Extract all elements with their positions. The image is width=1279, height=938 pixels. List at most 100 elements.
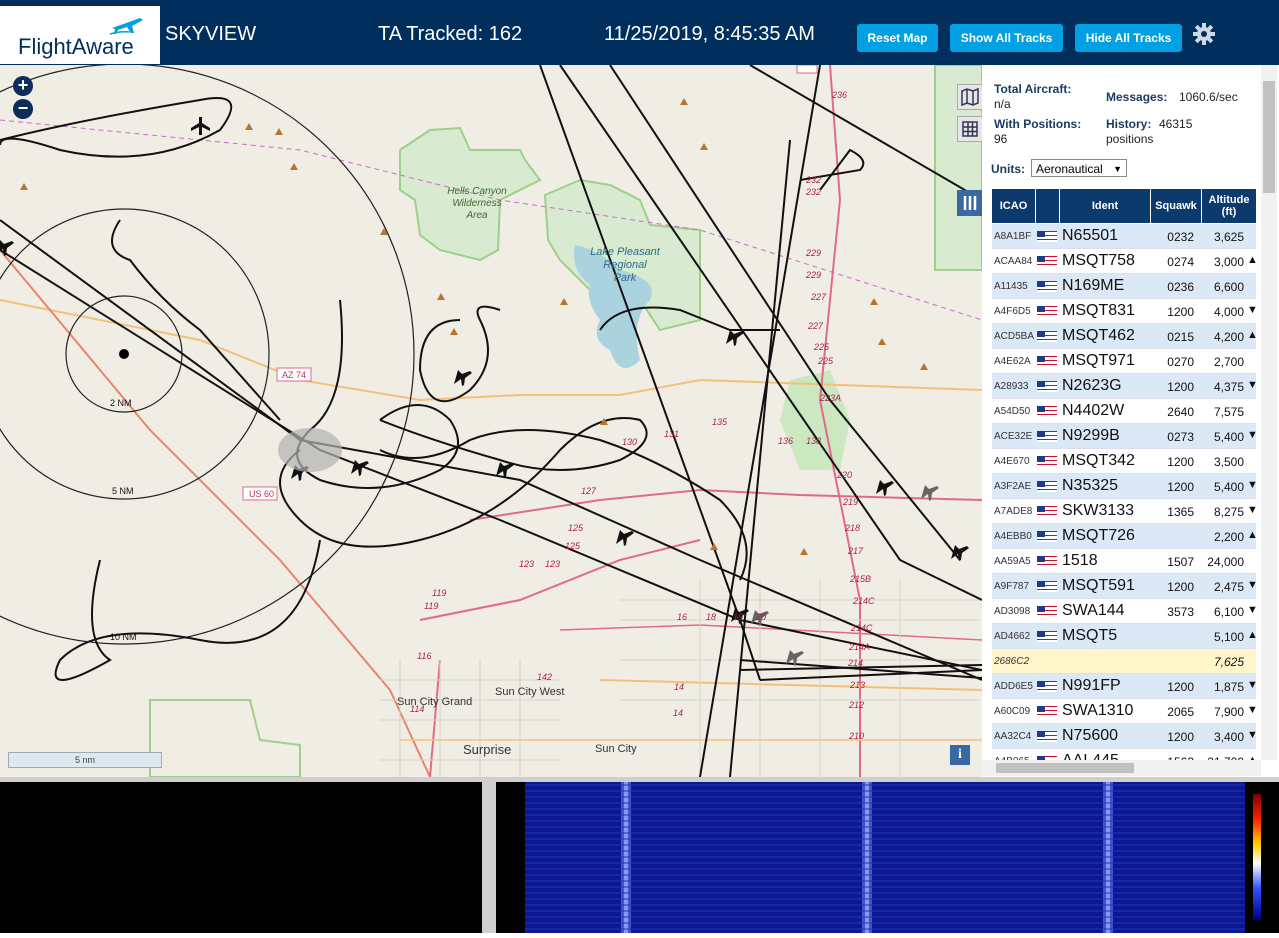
row-icao: A4F6D5 [994,306,1031,317]
row-altitude: 4,375 [1213,380,1244,394]
road-number: 214C [853,596,875,606]
table-row[interactable]: AD4662 MSQT5 5,100 ▲ [992,624,1258,649]
row-ident: N65501 [1062,227,1119,244]
us-flag-icon [1037,581,1057,592]
row-icao: AD4662 [994,631,1031,642]
row-squawk: 1365 [1167,505,1194,519]
row-altitude: 7,900 [1213,705,1244,719]
table-row[interactable]: ACD5BA MSQT462 0215 4,200 ▲ [992,324,1258,349]
row-altitude-trend: ▼ [1247,679,1258,691]
road-number: 130 [622,437,638,447]
road-number: 225 [814,342,830,352]
history-unit: positions [1106,132,1154,146]
row-ident: N991FP [1062,677,1121,694]
col-squawk[interactable]: Squawk [1151,189,1201,223]
park-southwest [149,699,301,777]
panel-divider[interactable] [482,777,496,933]
us-flag-icon [1037,381,1057,392]
row-squawk: 0215 [1167,330,1194,344]
table-row[interactable]: A11435 N169ME 0236 6,600 [992,274,1256,299]
panel-vertical-scrollbar[interactable] [1261,65,1277,760]
table-row[interactable]: A4EBB0 MSQT726 2,200 ▲ [992,524,1258,549]
row-icao: A4E62A [994,356,1031,367]
scrollbar-thumb[interactable] [1263,81,1275,193]
table-row[interactable]: A3F2AE N35325 1200 5,400 ▼ [992,474,1258,499]
road-number: 16 [677,612,688,622]
show-all-tracks-button[interactable]: Show All Tracks [950,24,1063,52]
row-altitude-trend: ▲ [1247,254,1258,266]
row-altitude: 5,400 [1213,480,1244,494]
table-row[interactable]: A4E62A MSQT971 0270 2,700 [992,349,1256,374]
gear-icon[interactable] [1193,23,1215,45]
zoom-in-button[interactable]: + [13,76,33,96]
row-altitude: 2,200 [1213,530,1244,544]
col-altitude[interactable]: Altitude (ft) [1202,189,1256,223]
table-row[interactable]: A54D50 N4402W 2640 7,575 [992,399,1256,424]
road-number: 116 [417,651,432,661]
us-flag-icon [1037,731,1057,742]
table-row[interactable]: A60C09 SWA1310 2065 7,900 ▼ [992,699,1258,724]
road-number: 227 [808,321,824,331]
map-view[interactable]: Hells Canyon Wilderness Area Lake Pleasant… [0,65,982,777]
table-row[interactable]: ADD6E5 N991FP 1200 1,875 ▼ [992,674,1258,699]
table-row[interactable]: AD3098 SWA144 3573 6,100 ▼ [992,599,1258,624]
row-squawk: 2065 [1167,705,1194,719]
road-number: 223A [820,393,842,403]
panel-horizontal-scrollbar[interactable] [982,760,1261,776]
us-flag-icon [1037,531,1057,542]
table-row[interactable]: A4F6D5 MSQT831 1200 4,000 ▼ [992,299,1258,324]
row-icao: A4EBB0 [994,531,1032,542]
road-number: 127 [581,486,597,496]
table-row[interactable]: A4E670 MSQT342 1200 3,500 [992,449,1256,474]
road-number: 123 [519,559,535,569]
messages-value: 1060.6/sec [1179,90,1238,104]
units-select[interactable]: Aeronautical ▼ [1031,159,1127,177]
logo-text: FlightAware [18,34,134,59]
row-altitude: 3,000 [1213,255,1244,269]
row-squawk: 0236 [1167,280,1194,294]
table-row[interactable]: A28933 N2623G 1200 4,375 ▼ [992,374,1258,399]
road-number: 135 [712,417,728,427]
col-ident[interactable]: Ident [1060,189,1150,223]
table-row[interactable]: AA32C4 N75600 1200 3,400 ▼ [992,724,1258,749]
columns-button[interactable] [957,190,982,216]
row-altitude: 7,575 [1213,405,1244,419]
sun-city-label: Sun City [595,743,637,755]
row-altitude: 4,200 [1213,330,1244,344]
road-number: 236 [832,90,848,100]
grid-button[interactable] [957,116,982,142]
col-icao[interactable]: ICAO [992,189,1035,223]
row-altitude-trend: ▼ [1247,379,1258,391]
row-altitude: 3,500 [1213,455,1244,469]
road-number: 210 [849,731,865,741]
hide-all-tracks-button[interactable]: Hide All Tracks [1075,24,1182,52]
road-number: 119 [432,588,447,598]
info-icon[interactable]: i [950,745,970,765]
table-row[interactable]: A7ADE8 SKW3133 1365 8,275 ▼ [992,499,1258,524]
row-ident: MSQT5 [1062,627,1118,644]
road-number: 215B [850,574,872,584]
road-number: 125 [568,523,584,533]
reset-map-button[interactable]: Reset Map [857,24,938,52]
aircraft-panel: Total Aircraft: n/a With Positions: 96 M… [982,65,1279,777]
map-layer-button[interactable] [957,84,982,110]
table-row[interactable]: 2686C2 7,625 [992,649,1256,674]
scrollbar-thumb-horizontal[interactable] [996,763,1134,773]
flightaware-logo[interactable]: FlightAware [0,6,160,64]
table-row[interactable]: A9F787 MSQT591 1200 2,475 ▼ [992,574,1258,599]
row-altitude: 7,625 [1213,655,1244,669]
color-scale-bar [1253,794,1261,920]
road-number: 232 [806,187,822,197]
col-flag[interactable] [1036,189,1059,223]
table-row[interactable]: ACAA84 MSQT758 0274 3,000 ▲ [992,249,1258,274]
zoom-out-button[interactable]: − [13,99,33,119]
table-row[interactable]: ACE32E N9299B 0273 5,400 ▼ [992,424,1258,449]
us-flag-icon [1037,431,1057,442]
row-icao: 2686C2 [994,656,1030,667]
table-row[interactable]: A8A1BF N65501 0232 3,625 [992,224,1256,249]
table-row[interactable]: AA59A5 1518 1507 24,000 [992,549,1256,574]
row-icao: AA32C4 [994,731,1032,742]
row-icao: ADD6E5 [994,681,1033,692]
col-altitude-unit: (ft) [1221,206,1237,218]
row-ident: SWA1310 [1062,702,1134,719]
